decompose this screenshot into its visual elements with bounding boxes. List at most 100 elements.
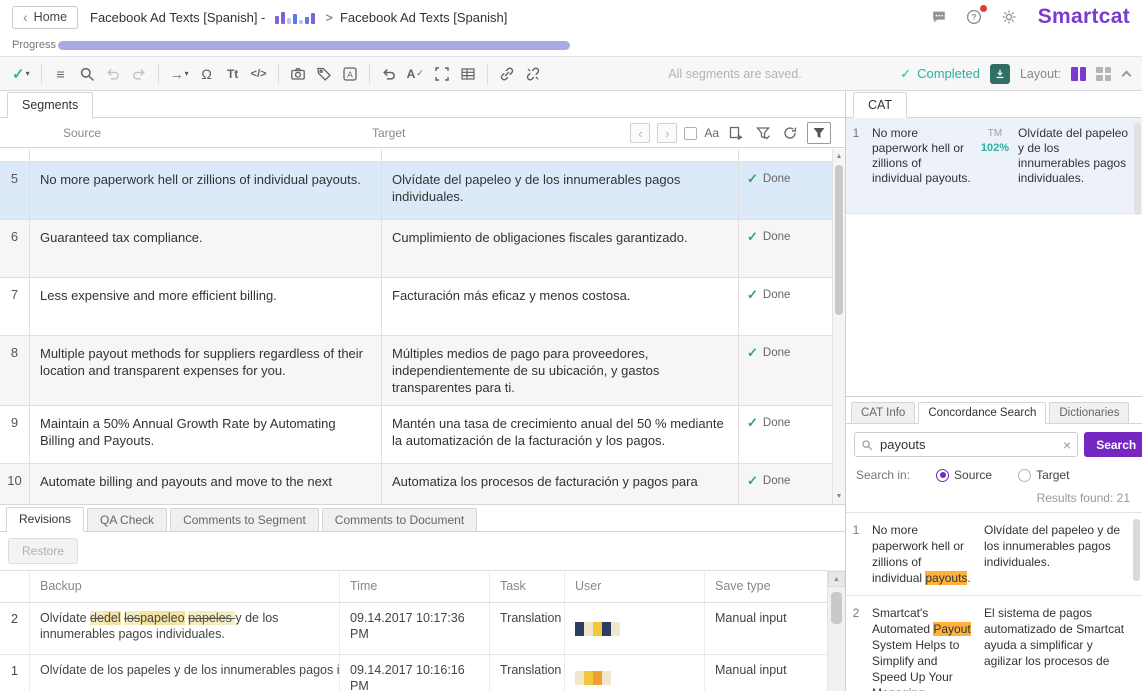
collapse-panel-icon[interactable] — [1122, 70, 1132, 80]
table-view-button[interactable] — [456, 61, 480, 87]
screenshot-camera-button[interactable] — [286, 61, 310, 87]
radio-source[interactable]: Source — [936, 468, 992, 482]
filter-button[interactable] — [807, 122, 831, 144]
tab-concordance-search[interactable]: Concordance Search — [918, 402, 1046, 424]
tab-dictionaries[interactable]: Dictionaries — [1049, 402, 1129, 423]
segment-row[interactable]: 6Guaranteed tax compliance.Cumplimiento … — [0, 220, 845, 278]
done-check-icon: ✓ — [747, 345, 758, 361]
radio-target-control[interactable] — [1018, 469, 1031, 482]
segment-target[interactable]: Múltiples medios de pago para proveedore… — [382, 336, 739, 405]
tags-button[interactable]: </> — [247, 61, 271, 87]
completed-status[interactable]: ✓ Completed — [900, 66, 980, 82]
segment-source[interactable]: Maintain a 50% Annual Growth Rate by Aut… — [30, 406, 382, 463]
segments-scrollbar[interactable]: ▲ ▼ — [832, 149, 845, 504]
layout-grid-button[interactable] — [1096, 67, 1111, 81]
cat-scroll-thumb[interactable] — [1134, 123, 1141, 215]
tab-cat-info[interactable]: CAT Info — [851, 402, 915, 423]
scroll-up-icon[interactable]: ▲ — [833, 150, 845, 163]
search-button[interactable]: Search — [1084, 432, 1142, 457]
filter-confirmed-icon[interactable] — [753, 122, 773, 144]
tab-revisions[interactable]: Revisions — [6, 507, 84, 532]
segment-row[interactable]: 8Multiple payout methods for suppliers r… — [0, 336, 845, 406]
concordance-search-input[interactable] — [878, 436, 1058, 453]
link-button[interactable] — [495, 61, 519, 87]
revision-row[interactable]: 2Olvídate dedel lospapeleo papeles y de … — [0, 603, 845, 655]
home-button[interactable]: ‹ Home — [12, 6, 78, 29]
cat-match-row[interactable]: 1No more paperwork hell or zillions of i… — [846, 118, 1142, 214]
results-scroll-thumb[interactable] — [1133, 519, 1140, 581]
segment-row[interactable]: 10Automate billing and payouts and move … — [0, 464, 845, 505]
search-box[interactable]: × — [854, 432, 1078, 457]
spellcheck-button[interactable]: A ✓ — [403, 61, 428, 87]
scroll-thumb[interactable] — [831, 592, 842, 624]
clear-search-icon[interactable]: × — [1063, 438, 1071, 452]
segment-source[interactable]: Multiple payout methods for suppliers re… — [30, 336, 382, 405]
col-header-task: Task — [490, 571, 565, 602]
scroll-down-icon[interactable]: ▼ — [833, 490, 845, 503]
segment-source[interactable]: Automate billing and payouts and move to… — [30, 464, 382, 505]
segment-target[interactable]: Mantén una tasa de crecimiento anual del… — [382, 406, 739, 463]
machine-translation-button[interactable]: A — [338, 61, 362, 87]
next-segment-button[interactable]: › — [657, 123, 677, 143]
tab-segments[interactable]: Segments — [7, 92, 93, 118]
scroll-up-icon[interactable]: ▲ — [828, 571, 845, 587]
match-type-label: TM — [978, 126, 1012, 141]
restore-button[interactable]: Restore — [8, 538, 78, 564]
segment-source[interactable]: Less expensive and more efficient billin… — [30, 278, 382, 335]
layout-columns-button[interactable] — [1071, 67, 1086, 81]
segment-row[interactable]: 7Less expensive and more efficient billi… — [0, 278, 845, 336]
segment-target[interactable]: Automatiza los procesos de facturación y… — [382, 464, 739, 505]
match-target: Olvídate del papeleo y de los innumerabl… — [1012, 118, 1142, 213]
segment-target[interactable]: Cumplimiento de obligaciones fiscales ga… — [382, 220, 739, 277]
tab-cat[interactable]: CAT — [853, 92, 907, 118]
change-case-button[interactable]: Tt — [221, 61, 245, 87]
scroll-thumb[interactable] — [835, 165, 843, 315]
segment-source[interactable]: No more paperwork hell or zillions of in… — [30, 162, 382, 219]
unlink-button[interactable] — [521, 61, 545, 87]
refresh-icon[interactable] — [780, 122, 800, 144]
tab-comments-to-document[interactable]: Comments to Document — [322, 508, 477, 531]
tab-comments-to-segment[interactable]: Comments to Segment — [170, 508, 319, 531]
chat-icon[interactable] — [929, 7, 949, 27]
prev-segment-button[interactable]: ‹ — [630, 123, 650, 143]
revert-segment-button[interactable] — [377, 61, 401, 87]
special-characters-button[interactable]: Ω — [195, 61, 219, 87]
segment-number: 7 — [0, 278, 30, 335]
segment-row[interactable]: 9Maintain a 50% Annual Growth Rate by Au… — [0, 406, 845, 464]
segment-target[interactable]: Facturación más eficaz y menos costosa. — [382, 278, 739, 335]
undo-icon[interactable] — [101, 61, 125, 87]
help-icon[interactable]: ? — [964, 7, 984, 27]
done-check-icon: ✓ — [747, 171, 758, 187]
revision-row[interactable]: 1Olvídate de los papeles y de los innume… — [0, 655, 845, 691]
concordance-result-row[interactable]: 1No more paperwork hell or zillions of i… — [846, 513, 1142, 596]
confirm-segment-button[interactable]: ✓ ▾ — [8, 61, 34, 87]
export-button[interactable] — [990, 64, 1010, 84]
select-segments-checkbox[interactable] — [684, 127, 697, 140]
settings-gear-icon[interactable] — [999, 7, 1019, 27]
revisions-scrollbar[interactable]: ▲ ▼ — [827, 570, 845, 691]
progress-section: Progress — [0, 34, 1142, 56]
glossary-term-button[interactable] — [312, 61, 336, 87]
radio-target[interactable]: Target — [1018, 468, 1069, 482]
diff-deleted-text: papeles — [188, 611, 235, 625]
segment-source[interactable]: Guaranteed tax compliance. — [30, 220, 382, 277]
radio-source-control[interactable] — [936, 469, 949, 482]
tab-qa-check[interactable]: QA Check — [87, 508, 167, 531]
segment-row[interactable]: 5No more paperwork hell or zillions of i… — [0, 162, 845, 220]
breadcrumb-project[interactable]: Facebook Ad Texts [Spanish] - — [90, 10, 265, 25]
bottom-panel: RevisionsQA CheckComments to SegmentComm… — [0, 505, 845, 691]
save-status-text: All segments are saved. — [635, 67, 835, 81]
frame-selection-button[interactable] — [430, 61, 454, 87]
find-replace-icon[interactable] — [75, 61, 99, 87]
copy-source-to-target-button[interactable]: → ▾ — [166, 61, 193, 87]
cat-matches: 1No more paperwork hell or zillions of i… — [846, 118, 1142, 397]
segments-list-icon[interactable]: ≡ — [49, 61, 73, 87]
segment-target[interactable]: Olvídate del papeleo y de los innumerabl… — [382, 162, 739, 219]
question-glyph: ? — [971, 12, 976, 22]
propagation-settings-icon[interactable] — [726, 122, 746, 144]
concordance-result-row[interactable]: 2Smartcat's Automated Payout System Help… — [846, 596, 1142, 691]
breadcrumb-current-document[interactable]: Facebook Ad Texts [Spanish] — [340, 10, 507, 25]
case-sensitive-toggle[interactable]: Aa — [704, 126, 719, 140]
redo-icon[interactable] — [127, 61, 151, 87]
diff-inserted-text: papeleo — [140, 611, 185, 625]
